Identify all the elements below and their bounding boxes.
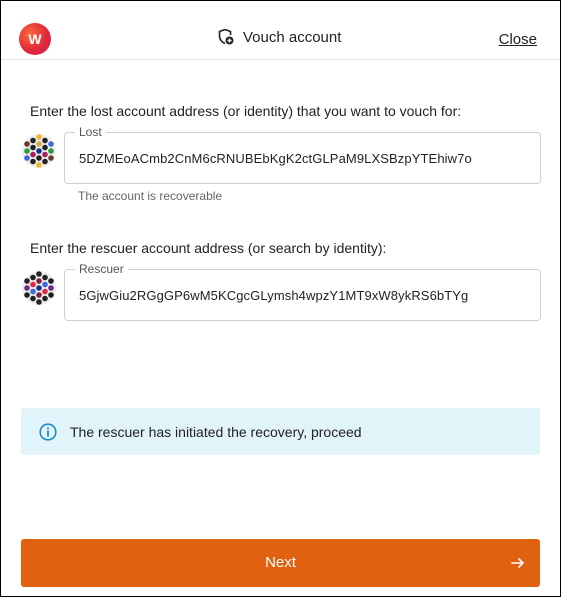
dialog-header: W Vouch account Close: [1, 1, 560, 60]
lost-account-prompt: Enter the lost account address (or ident…: [30, 103, 462, 119]
info-alert-text: The rescuer has initiated the recovery, …: [70, 424, 362, 440]
next-button-label: Next: [265, 554, 296, 571]
app-logo-letter: W: [28, 31, 42, 47]
rescuer-account-legend: Rescuer: [75, 262, 128, 276]
dialog-title: Vouch account: [243, 28, 342, 46]
rescuer-account-identicon: [22, 271, 56, 305]
arrow-right-icon: [511, 558, 524, 568]
info-alert: The rescuer has initiated the recovery, …: [21, 408, 540, 455]
rescuer-account-prompt: Enter the rescuer account address (or se…: [30, 240, 387, 256]
close-link[interactable]: Close: [499, 31, 537, 48]
rescuer-account-field[interactable]: Rescuer 5GjwGiu2RGgGP6wM5KCgcGLymsh4wpzY…: [64, 262, 541, 321]
shield-plus-icon: [218, 28, 234, 45]
lost-account-identicon: [22, 134, 56, 168]
lost-account-input[interactable]: 5DZMEoACmb2CnM6cRNUBEbKgK2ctGLPaM9LXSBzp…: [79, 151, 472, 166]
info-icon: [39, 423, 57, 441]
lost-account-field[interactable]: Lost 5DZMEoACmb2CnM6cRNUBEbKgK2ctGLPaM9L…: [64, 125, 541, 184]
rescuer-account-input[interactable]: 5GjwGiu2RGgGP6wM5KCgcGLymsh4wpzY1MT9xW8y…: [79, 288, 468, 303]
vouch-account-dialog: W Vouch account Close Enter the lost acc…: [0, 0, 561, 597]
next-button[interactable]: Next: [21, 539, 540, 587]
lost-account-status: The account is recoverable: [78, 189, 223, 203]
app-logo: W: [19, 23, 51, 55]
dialog-title-group: Vouch account: [217, 26, 341, 48]
lost-account-legend: Lost: [75, 125, 106, 139]
